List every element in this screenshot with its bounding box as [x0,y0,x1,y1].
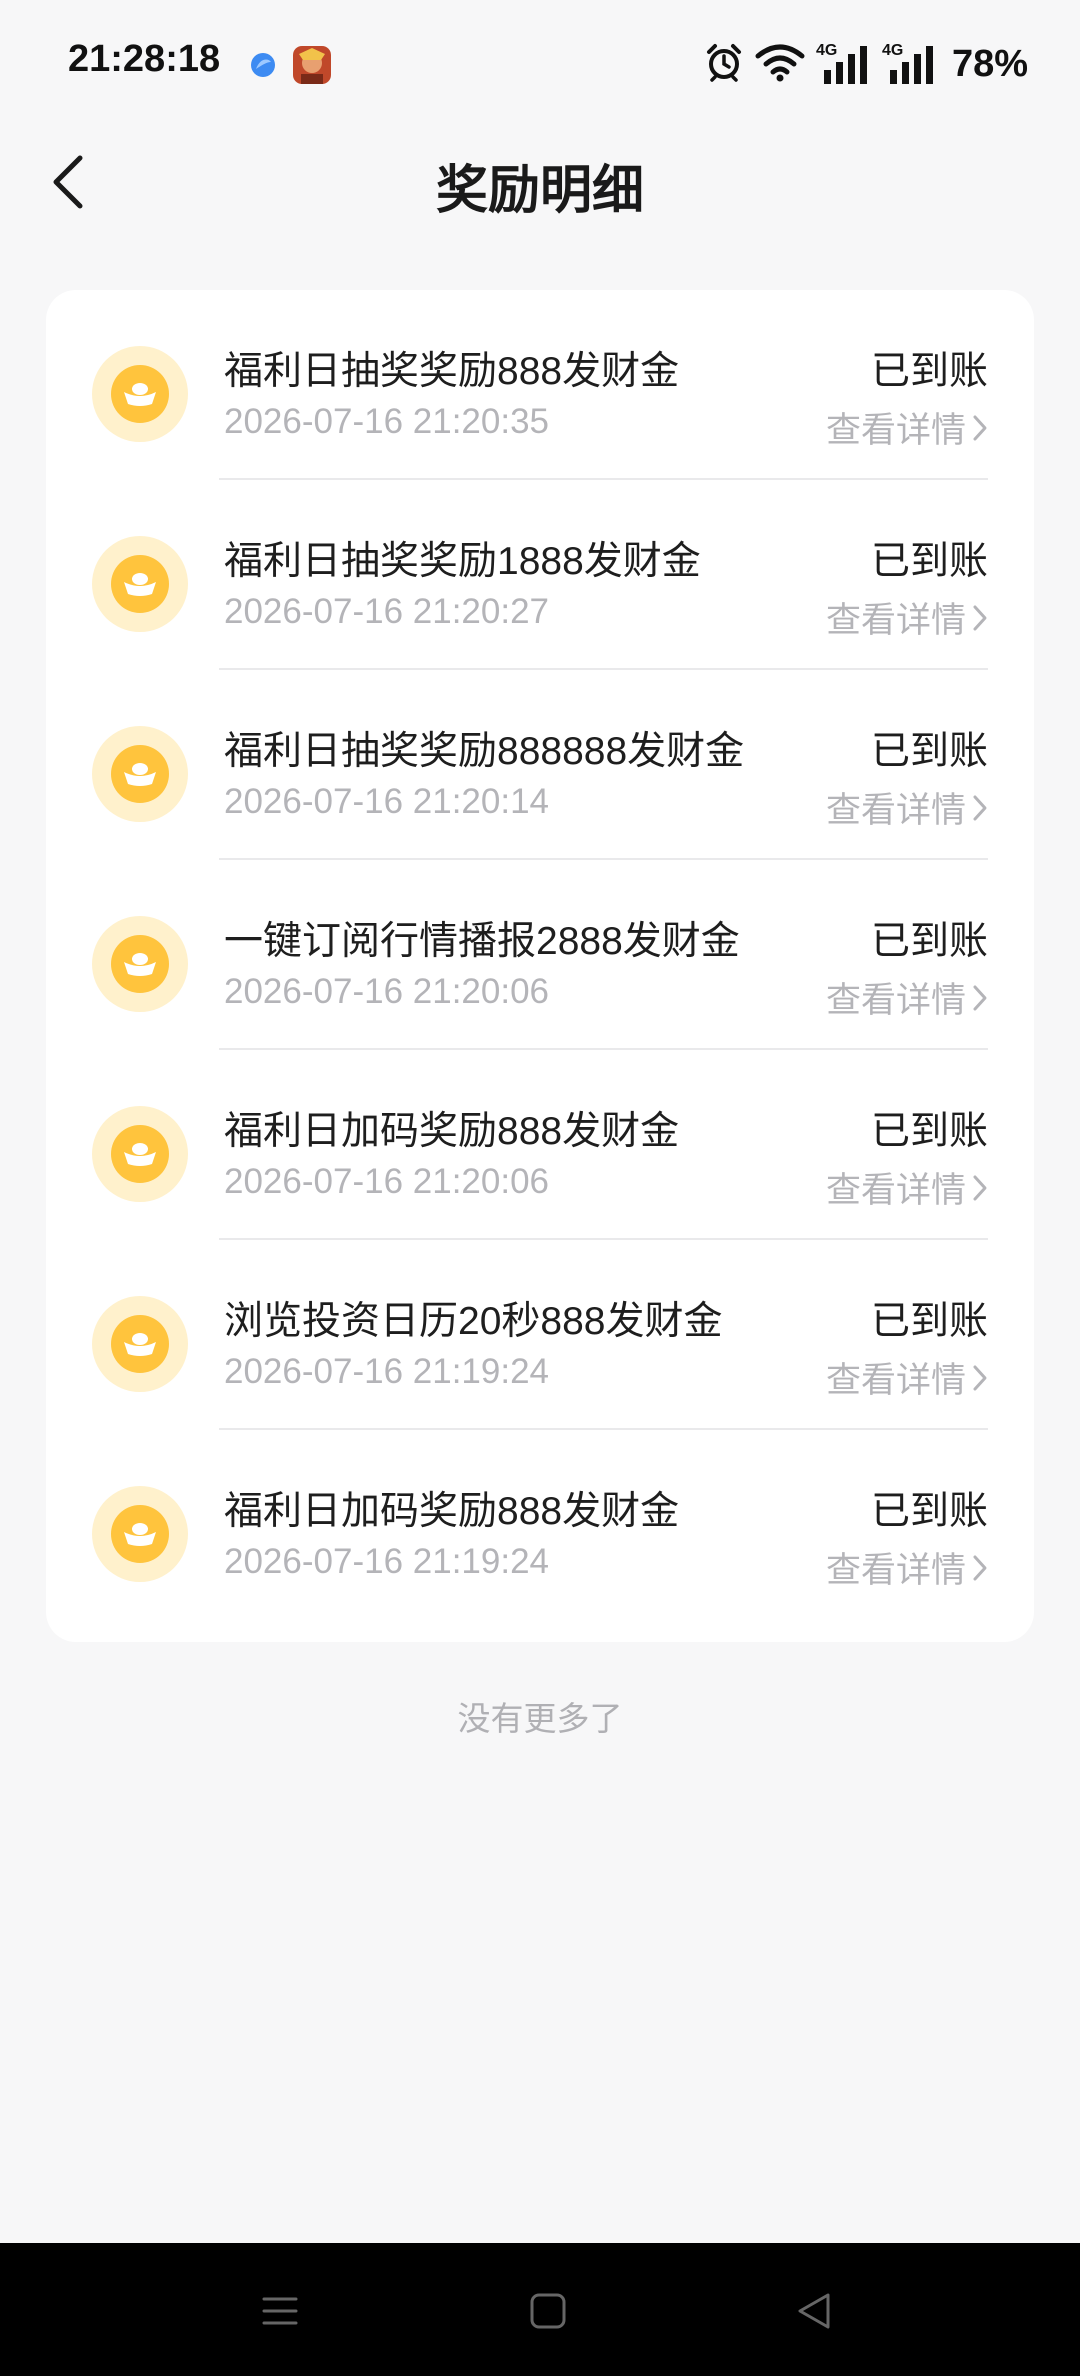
reward-row[interactable]: 福利日加码奖励888发财金 2026-07-16 21:20:06 已到账 查看… [46,1050,1034,1240]
gold-ingot-icon [92,1106,188,1202]
view-detail-link[interactable]: 查看详情 [826,1542,988,1593]
game-notification-icon [293,46,331,84]
reward-status: 已到账 [870,920,988,963]
page-title: 奖励明细 [435,162,644,220]
chevron-right-icon [973,795,987,820]
back-nav-button[interactable] [790,2287,838,2335]
status-time: 21:28:18 [68,38,221,80]
view-detail-link[interactable]: 查看详情 [826,782,988,833]
chevron-right-icon [973,605,987,630]
reward-title: 福利日加码奖励888发财金 [224,1110,680,1153]
reward-title: 福利日抽奖奖励888888发财金 [224,730,745,773]
reward-row[interactable]: 福利日抽奖奖励888发财金 2026-07-16 21:20:35 已到账 查看… [46,290,1034,480]
alarm-icon [704,42,744,87]
reward-time: 2026-07-16 21:20:06 [224,1162,549,1201]
gold-ingot-icon [92,1296,188,1392]
view-detail-link[interactable]: 查看详情 [826,592,988,643]
view-detail-link[interactable]: 查看详情 [826,1352,988,1403]
gold-ingot-icon [92,346,188,442]
home-square-icon [530,2293,566,2329]
reward-status: 已到账 [870,350,988,393]
chevron-right-icon [973,985,987,1010]
signal-4g-icon-2: 4G [882,42,938,86]
home-button[interactable] [524,2287,572,2335]
reward-time: 2026-07-16 21:20:06 [224,972,549,1011]
reward-status: 已到账 [870,540,988,583]
reward-time: 2026-07-16 21:19:24 [224,1352,549,1391]
chevron-right-icon [973,1365,987,1390]
system-nav-bar [0,2243,1080,2376]
reward-title: 浏览投资日历20秒888发财金 [224,1300,723,1343]
reward-row[interactable]: 福利日抽奖奖励1888发财金 2026-07-16 21:20:27 已到账 查… [46,480,1034,670]
reward-title: 福利日加码奖励888发财金 [224,1490,680,1533]
reward-title: 福利日抽奖奖励1888发财金 [224,540,701,583]
view-detail-link[interactable]: 查看详情 [826,972,988,1023]
reward-time: 2026-07-16 21:20:14 [224,782,549,821]
status-bar: 21:28:18 4G 4G 78% [0,0,1080,128]
reward-list: 福利日抽奖奖励888发财金 2026-07-16 21:20:35 已到账 查看… [46,290,1034,1642]
reward-title: 福利日抽奖奖励888发财金 [224,350,680,393]
reward-row[interactable]: 福利日抽奖奖励888888发财金 2026-07-16 21:20:14 已到账… [46,670,1034,860]
reward-row[interactable]: 福利日加码奖励888发财金 2026-07-16 21:19:24 已到账 查看… [46,1430,1034,1620]
menu-icon [262,2297,298,2325]
reward-status: 已到账 [870,1490,988,1533]
chevron-right-icon [973,1175,987,1200]
wifi-icon [754,42,806,87]
view-detail-link[interactable]: 查看详情 [826,402,988,453]
reward-time: 2026-07-16 21:20:27 [224,592,549,631]
chevron-right-icon [973,1555,987,1580]
reward-time: 2026-07-16 21:20:35 [224,402,549,441]
end-of-list-text: 没有更多了 [457,1700,623,1737]
reward-status: 已到账 [870,1110,988,1153]
app-notification-icon [248,50,278,80]
gold-ingot-icon [92,536,188,632]
view-detail-link[interactable]: 查看详情 [826,1162,988,1213]
reward-status: 已到账 [870,1300,988,1343]
menu-button[interactable] [256,2287,304,2335]
status-indicators: 4G 4G 78% [704,36,1028,92]
gold-ingot-icon [92,726,188,822]
reward-title: 一键订阅行情播报2888发财金 [224,920,740,963]
reward-status: 已到账 [870,730,988,773]
reward-row[interactable]: 一键订阅行情播报2888发财金 2026-07-16 21:20:06 已到账 … [46,860,1034,1050]
reward-row[interactable]: 浏览投资日历20秒888发财金 2026-07-16 21:19:24 已到账 … [46,1240,1034,1430]
gold-ingot-icon [92,916,188,1012]
battery-level: 78% [951,42,1028,85]
header: 奖励明细 [0,128,1080,236]
signal-4g-icon: 4G [816,42,872,86]
chevron-right-icon [973,415,987,440]
gold-ingot-icon [92,1486,188,1582]
triangle-back-icon [798,2293,830,2329]
reward-time: 2026-07-16 21:19:24 [224,1542,549,1581]
